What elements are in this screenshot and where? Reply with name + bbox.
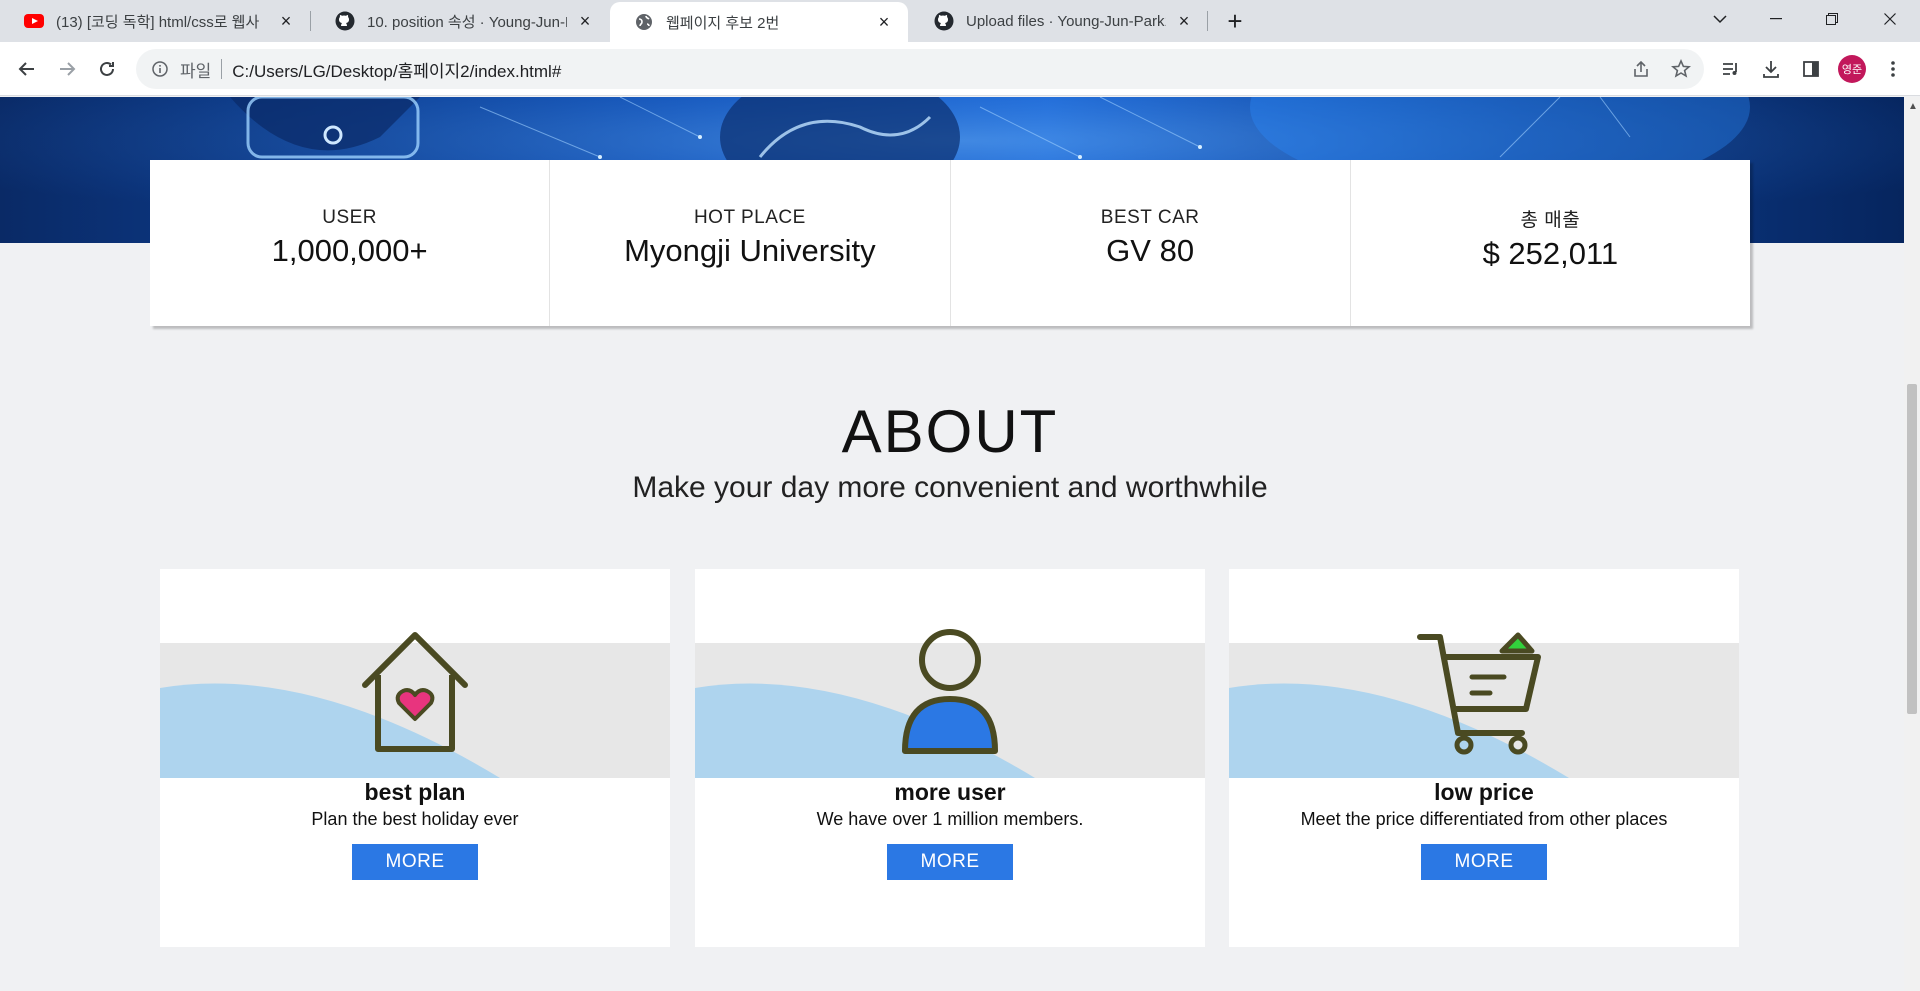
- user-icon: [902, 629, 998, 754]
- tab-title: 웹페이지 후보 2번: [666, 14, 780, 32]
- arrow-left-icon: [18, 62, 34, 76]
- close-tab-icon[interactable]: ×: [1174, 11, 1194, 31]
- reading-list-icon: [1723, 63, 1737, 75]
- more-button[interactable]: MORE: [352, 844, 478, 880]
- stat-hot-place: HOT PLACE Myongji University: [550, 160, 951, 326]
- youtube-icon: [24, 11, 44, 31]
- about-subtitle: Make your day more convenient and worthw…: [632, 471, 1268, 504]
- feature-card-best-plan: best plan Plan the best holiday ever MOR…: [160, 569, 670, 947]
- page-scrollbar[interactable]: ▲: [1904, 97, 1920, 991]
- house-heart-icon: [362, 632, 468, 752]
- minimize-icon: [1770, 18, 1782, 20]
- address-bar[interactable]: 파일 C:/Users/LG/Desktop/홈페이지2/index.html#: [136, 49, 1704, 89]
- more-button[interactable]: MORE: [887, 844, 1013, 880]
- reload-icon: [100, 61, 114, 76]
- arrow-right-icon: [60, 62, 76, 76]
- new-tab-button[interactable]: +: [1220, 6, 1250, 36]
- tab-divider: [1207, 11, 1208, 31]
- card-title: low price: [1434, 779, 1534, 805]
- info-icon[interactable]: [150, 59, 170, 79]
- github-icon: [335, 11, 355, 31]
- globe-icon: [634, 12, 654, 32]
- close-window-button[interactable]: [1862, 0, 1918, 38]
- github-icon: [934, 11, 954, 31]
- tab-title: Upload files · Young-Jun-Park18: [966, 12, 1166, 30]
- feature-card-low-price: low price Meet the price differentiated …: [1229, 569, 1739, 947]
- stat-total-sales: 총 매출 $ 252,011: [1351, 160, 1750, 326]
- side-panel-icon: [1803, 61, 1819, 77]
- card-description: We have over 1 million members.: [816, 809, 1084, 829]
- downloads-button[interactable]: [1756, 54, 1786, 84]
- feature-card-more-user: more user We have over 1 million members…: [695, 569, 1205, 947]
- star-icon: [1671, 59, 1691, 78]
- card-title: best plan: [364, 779, 466, 805]
- stats-panel: USER 1,000,000+ HOT PLACE Myongji Univer…: [150, 160, 1750, 326]
- bookmark-button[interactable]: [1666, 54, 1696, 84]
- close-tab-icon[interactable]: ×: [276, 11, 296, 31]
- stat-user: USER 1,000,000+: [150, 160, 551, 326]
- download-icon: [1763, 61, 1779, 78]
- chevron-down-icon: [1713, 14, 1727, 23]
- tab-strip: (13) [코딩 독학] html/css로 웹사 × 10. position…: [0, 0, 1920, 42]
- reload-button[interactable]: [92, 54, 122, 84]
- stat-label: 총 매출: [1520, 209, 1581, 231]
- menu-button[interactable]: [1878, 54, 1908, 84]
- stat-label: HOT PLACE: [693, 207, 806, 228]
- forward-button[interactable]: [52, 54, 82, 84]
- address-scheme-label: 파일: [180, 61, 212, 81]
- tab-github-position[interactable]: 10. position 속성 · Young-Jun-Pa ×: [311, 0, 609, 42]
- stat-value: 1,000,000+: [271, 233, 428, 268]
- shopping-cart-icon: [1417, 632, 1541, 755]
- tab-active-page[interactable]: 웹페이지 후보 2번 ×: [610, 2, 908, 42]
- side-panel-button[interactable]: [1796, 54, 1826, 84]
- tab-search-button[interactable]: [1692, 0, 1748, 38]
- tab-youtube[interactable]: (13) [코딩 독학] html/css로 웹사 ×: [0, 0, 310, 42]
- scroll-up-arrow-icon[interactable]: ▲: [1908, 101, 1918, 112]
- restore-icon: [1826, 13, 1838, 25]
- stat-value: GV 80: [1106, 233, 1195, 268]
- address-url[interactable]: C:/Users/LG/Desktop/홈페이지2/index.html#: [232, 57, 561, 82]
- stat-value: Myongji University: [624, 233, 876, 268]
- card-title: more user: [894, 779, 1006, 805]
- stat-value: $ 252,011: [1482, 235, 1619, 271]
- share-button[interactable]: [1626, 54, 1656, 84]
- browser-toolbar: 파일 C:/Users/LG/Desktop/홈페이지2/index.html#…: [0, 42, 1920, 96]
- share-icon: [1634, 60, 1648, 77]
- card-description: Plan the best holiday ever: [311, 809, 519, 829]
- tab-github-upload[interactable]: Upload files · Young-Jun-Park18 ×: [910, 0, 1208, 42]
- scrollbar-thumb[interactable]: [1907, 384, 1917, 714]
- tab-title: 10. position 속성 · Young-Jun-Pa: [367, 13, 567, 31]
- profile-avatar[interactable]: 영준: [1838, 55, 1866, 83]
- stat-label: USER: [322, 207, 378, 228]
- tab-title: (13) [코딩 독학] html/css로 웹사: [56, 13, 260, 31]
- reading-list-button[interactable]: [1716, 54, 1746, 84]
- close-tab-icon[interactable]: ×: [575, 11, 595, 31]
- address-divider: [221, 59, 223, 79]
- stat-label: BEST CAR: [1100, 207, 1200, 228]
- more-button[interactable]: MORE: [1421, 844, 1547, 880]
- stat-best-car: BEST CAR GV 80: [951, 160, 1351, 326]
- page-viewport: USER 1,000,000+ HOT PLACE Myongji Univer…: [0, 97, 1904, 991]
- close-tab-icon[interactable]: ×: [874, 12, 894, 32]
- about-heading: ABOUT: [841, 398, 1059, 465]
- back-button[interactable]: [12, 54, 42, 84]
- close-icon: [1884, 13, 1896, 25]
- minimize-button[interactable]: [1748, 0, 1804, 38]
- card-description: Meet the price differentiated from other…: [1300, 809, 1668, 829]
- more-vert-icon: [1891, 61, 1895, 77]
- restore-button[interactable]: [1804, 0, 1860, 38]
